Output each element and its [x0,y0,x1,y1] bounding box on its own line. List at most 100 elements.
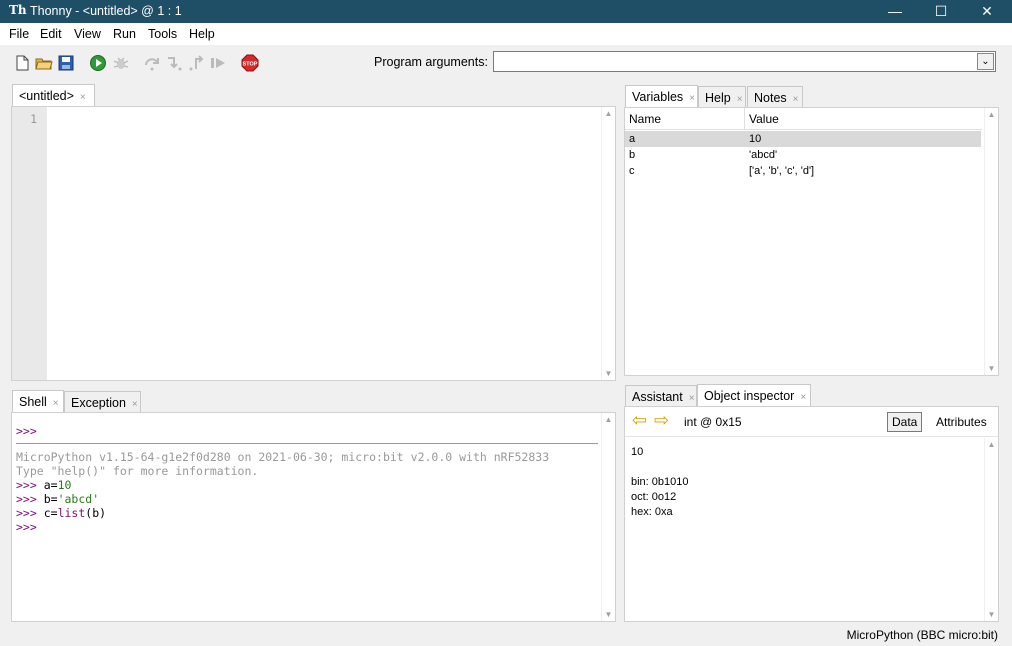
resume-icon[interactable] [209,54,227,72]
open-file-icon[interactable] [35,54,53,72]
menu-edit[interactable]: Edit [40,27,62,41]
shell-line: >>> c=list(b) [16,506,601,520]
tab-label: <untitled> [19,89,74,103]
title-bar: Th Thonny - <untitled> @ 1 : 1 — ☐ ✕ [0,0,1012,23]
scroll-down-icon[interactable]: ▼ [602,610,615,619]
table-row[interactable]: b 'abcd' [625,147,981,163]
debug-icon[interactable] [112,54,130,72]
inspector-toolbar: ⇦ ⇨ int @ 0x15 Data Attributes [625,407,998,437]
shell-prompt: >>> [16,492,37,506]
scroll-up-icon[interactable]: ▲ [602,415,615,424]
menu-help[interactable]: Help [189,27,215,41]
tab-exception[interactable]: Exception × [64,391,141,413]
inspector-scrollbar[interactable]: ▲ ▼ [984,438,997,621]
shell-code: (b) [85,506,107,520]
shell-divider [16,438,598,444]
step-into-icon[interactable] [165,54,183,72]
run-icon[interactable] [89,54,107,72]
shell-scrollbar[interactable]: ▲ ▼ [601,413,614,621]
shell-code: c= [43,506,58,520]
column-divider [744,108,745,130]
close-icon[interactable]: × [800,392,806,403]
menu-bar: File Edit View Run Tools Help [0,23,1012,45]
program-arguments-input[interactable]: ⌄ [493,51,996,72]
program-arguments-label: Program arguments: [374,55,488,69]
column-header-name[interactable]: Name [629,112,661,126]
table-row[interactable]: a 10 [625,131,981,147]
editor-panel[interactable] [11,106,616,381]
binary-representation: bin: 0b1010 [631,476,689,488]
data-button[interactable]: Data [887,412,923,432]
close-icon[interactable]: × [689,393,695,404]
variables-scrollbar[interactable]: ▲ ▼ [984,108,997,375]
scroll-down-icon[interactable]: ▼ [985,364,998,373]
scroll-down-icon[interactable]: ▼ [985,610,998,619]
shell-banner-help: Type "help()" for more information. [16,464,259,478]
variable-name: b [629,149,636,161]
new-file-icon[interactable] [13,54,31,72]
tab-label: Help [705,91,731,105]
close-icon[interactable]: × [737,94,743,105]
shell-line: >>> a=10 [16,478,601,492]
scroll-up-icon[interactable]: ▲ [985,440,998,449]
variable-value: ['a', 'b', 'c', 'd'] [749,165,815,177]
forward-arrow-icon[interactable]: ⇨ [654,410,669,431]
editor-scrollbar[interactable]: ▲ ▼ [601,107,614,380]
close-icon[interactable]: × [53,398,59,409]
attributes-button[interactable]: Attributes [936,415,987,429]
scroll-up-icon[interactable]: ▲ [602,109,615,118]
table-row[interactable]: c ['a', 'b', 'c', 'd'] [625,163,981,179]
maximize-button[interactable]: ☐ [918,0,964,23]
hex-representation: hex: 0xa [631,506,673,518]
menu-tools[interactable]: Tools [148,27,177,41]
variable-name: c [629,165,635,177]
tab-label: Assistant [632,390,683,404]
shell-code: a= [43,478,58,492]
menu-view[interactable]: View [74,27,101,41]
shell-string: 'abcd' [57,492,100,506]
tab-object-inspector[interactable]: Object inspector × [697,384,811,407]
window-title: Thonny - <untitled> @ 1 : 1 [30,4,182,18]
tab-label: Object inspector [704,389,795,403]
stop-icon[interactable]: STOP [241,54,259,72]
tab-label: Notes [754,91,787,105]
minimize-button[interactable]: — [872,0,918,23]
step-over-icon[interactable] [143,54,161,72]
shell-prompt: >>> [16,506,37,520]
tab-assistant[interactable]: Assistant × [625,385,697,407]
shell-output[interactable]: >>> MicroPython v1.15-64-g1e2f0d280 on 2… [16,424,601,534]
close-icon[interactable]: × [793,94,799,105]
back-arrow-icon[interactable]: ⇦ [632,410,647,431]
octal-representation: oct: 0o12 [631,491,677,503]
close-icon[interactable]: × [132,399,138,410]
object-value: 10 [631,446,644,458]
tab-label: Shell [19,395,47,409]
tab-notes[interactable]: Notes × [747,86,803,108]
tab-help[interactable]: Help × [698,86,746,108]
svg-text:STOP: STOP [243,62,258,68]
close-icon[interactable]: × [689,93,695,104]
save-icon[interactable] [57,54,75,72]
tab-label: Variables [632,90,684,104]
tab-variables[interactable]: Variables × [625,85,698,108]
interpreter-status[interactable]: MicroPython (BBC micro:bit) [847,628,998,642]
close-window-button[interactable]: ✕ [964,0,1010,23]
thonny-logo-icon: Th [9,3,27,17]
shell-banner: MicroPython v1.15-64-g1e2f0d280 on 2021-… [16,450,550,464]
scroll-down-icon[interactable]: ▼ [602,369,615,378]
tab-label: Exception [71,396,126,410]
chevron-down-icon[interactable]: ⌄ [977,53,994,70]
menu-run[interactable]: Run [113,27,136,41]
column-header-value[interactable]: Value [749,112,779,126]
menu-file[interactable]: File [9,27,29,41]
object-label: int @ 0x15 [684,415,742,429]
scroll-up-icon[interactable]: ▲ [985,110,998,119]
line-number-gutter: 1 [12,107,47,380]
line-number: 1 [30,112,37,126]
step-out-icon[interactable] [187,54,205,72]
close-icon[interactable]: × [80,92,86,103]
tab-shell[interactable]: Shell × [12,390,64,413]
shell-number: 10 [57,478,72,492]
tab-untitled[interactable]: <untitled> × [12,84,95,107]
